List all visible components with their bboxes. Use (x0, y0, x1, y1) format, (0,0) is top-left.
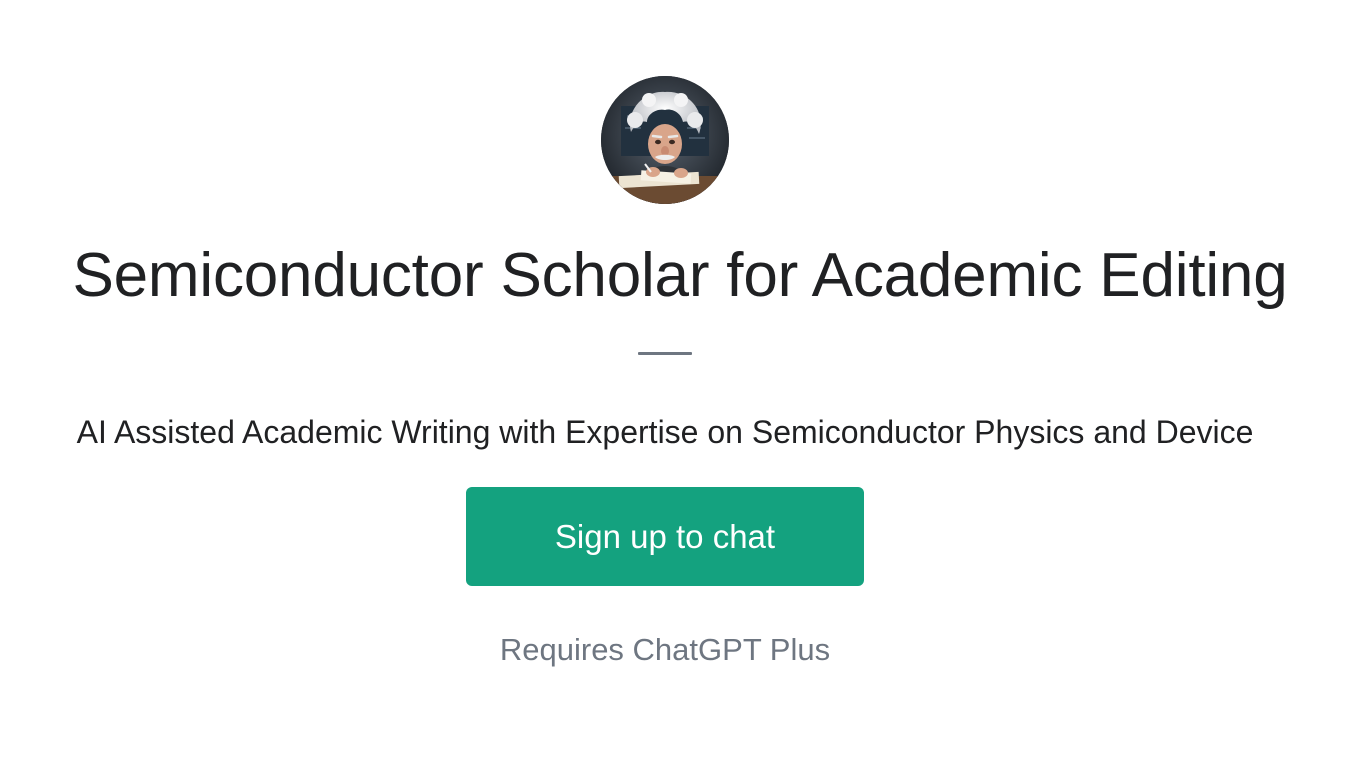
gpt-title: Semiconductor Scholar for Academic Editi… (72, 241, 1288, 310)
scholar-portrait-icon (601, 76, 729, 204)
gpt-avatar (601, 76, 729, 204)
gpt-description: AI Assisted Academic Writing with Expert… (76, 414, 1254, 450)
gpt-landing-page: Semiconductor Scholar for Academic Editi… (0, 0, 1360, 764)
sign-up-button[interactable]: Sign up to chat (466, 487, 864, 586)
plan-requirement-note: Requires ChatGPT Plus (499, 632, 831, 667)
title-divider (638, 352, 692, 355)
